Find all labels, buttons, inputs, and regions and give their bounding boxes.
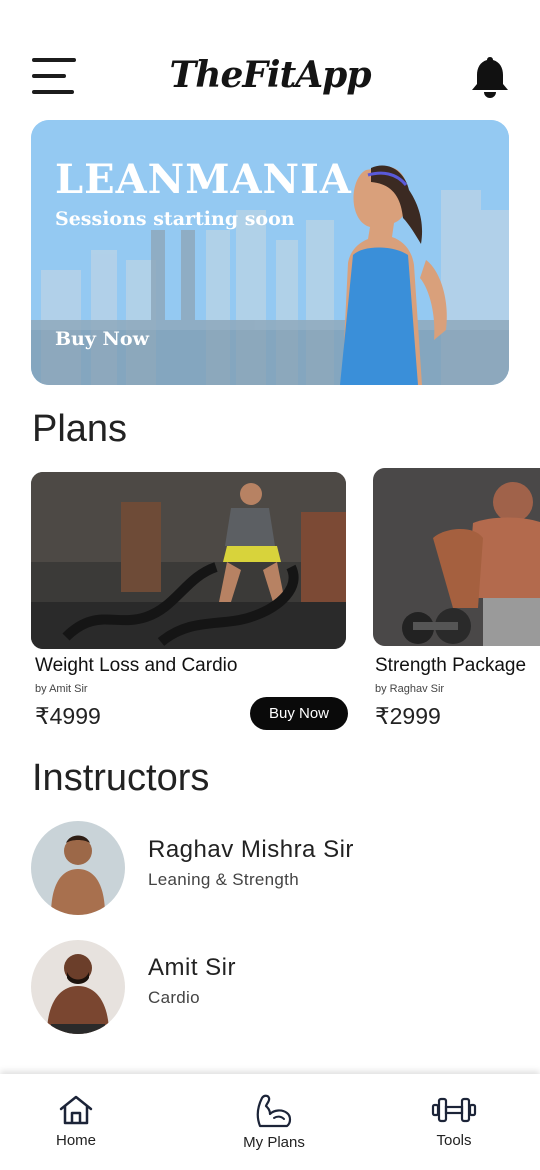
nav-tools-label: Tools [436, 1132, 472, 1149]
bell-icon [472, 57, 508, 98]
plan-name: Weight Loss and Cardio [35, 655, 238, 676]
banner-buy-now-button[interactable]: Buy Now [55, 328, 149, 350]
instructors-heading: Instructors [32, 757, 210, 799]
app-title: TheFitApp [169, 54, 371, 96]
nav-home[interactable]: Home [36, 1074, 116, 1170]
instructor-specialty: Leaning & Strength [148, 870, 299, 889]
instructor-row[interactable]: Raghav Mishra Sir Leaning & Strength [31, 821, 509, 917]
nav-home-label: Home [55, 1132, 96, 1149]
nav-my-plans-label: My Plans [243, 1134, 305, 1151]
plan-image [31, 472, 346, 649]
plan-price: ₹4999 [35, 703, 101, 729]
notifications-button[interactable] [470, 54, 510, 100]
home-icon [59, 1095, 93, 1125]
plan-image [373, 468, 540, 646]
promo-banner[interactable]: LEANMANIA Sessions starting soon Buy Now [31, 120, 509, 385]
flexed-arm-icon [256, 1094, 292, 1128]
bottom-navigation: Home My Plans Tools [0, 1074, 540, 1170]
nav-tools[interactable]: Tools [414, 1074, 494, 1170]
plan-buy-now-button[interactable]: Buy Now [250, 697, 348, 730]
banner-subtitle: Sessions starting soon [55, 208, 295, 230]
instructor-specialty: Cardio [148, 988, 200, 1007]
instructor-row[interactable]: Amit Sir Cardio [31, 940, 509, 1036]
nav-my-plans[interactable]: My Plans [229, 1074, 319, 1170]
battle-ropes-image [31, 472, 346, 649]
avatar [31, 940, 125, 1034]
banner-title: LEANMANIA [55, 156, 352, 203]
plan-instructor: by Amit Sir [35, 683, 88, 695]
plans-heading: Plans [32, 408, 128, 450]
plan-instructor: by Raghav Sir [375, 683, 445, 695]
plan-card[interactable]: Strength Package by Raghav Sir ₹2999 [373, 468, 540, 732]
dumbbell-icon [431, 1097, 477, 1123]
instructor-name: Amit Sir [148, 954, 236, 981]
instructor-name: Raghav Mishra Sir [148, 836, 354, 863]
plan-price: ₹2999 [375, 703, 441, 729]
plan-name: Strength Package [375, 655, 527, 676]
strength-training-image [373, 468, 540, 646]
plan-card[interactable]: Weight Loss and Cardio by Amit Sir ₹4999… [31, 472, 348, 732]
avatar [31, 821, 125, 915]
